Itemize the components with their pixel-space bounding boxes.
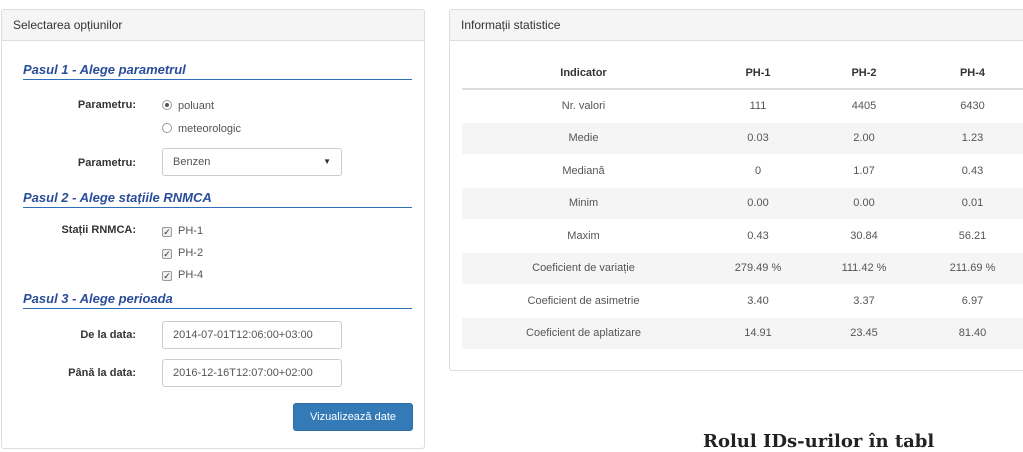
indicator-cell: Coeficient de variație: [462, 251, 705, 285]
step3-title: Pasul 3 - Alege perioada: [23, 291, 412, 309]
value-cell: 1.23: [917, 121, 1023, 155]
statistics-panel: Informații statistice Indicator PH-1 PH-…: [449, 9, 1023, 371]
chevron-down-icon: ▼: [323, 157, 331, 166]
value-cell: 4405: [811, 88, 917, 122]
value-cell: 111: [705, 88, 811, 122]
value-cell: 0.03: [705, 121, 811, 155]
value-cell: 2.00: [811, 121, 917, 155]
from-date-input[interactable]: [162, 321, 342, 349]
station-label: PH-4: [178, 269, 204, 281]
statistics-panel-heading: Informații statistice: [450, 10, 1023, 41]
value-cell: 1.07: [811, 154, 917, 187]
station-checkbox-ph4[interactable]: ✓ PH-4: [162, 268, 203, 282]
value-cell: 30.84: [811, 219, 917, 252]
value-cell: 3.40: [705, 284, 811, 317]
value-cell: 0.43: [705, 219, 811, 252]
radio-meteorologic-label: meteorologic: [178, 123, 241, 135]
indicator-cell: Mediană: [462, 154, 705, 187]
station-label: PH-2: [178, 247, 204, 259]
column-header: Indicator: [462, 57, 705, 90]
to-date-label: Până la data:: [68, 367, 136, 379]
statistics-table: Indicator PH-1 PH-2 PH-4 Nr. valori 111 …: [462, 57, 1023, 349]
value-cell: 0.00: [705, 186, 811, 220]
table-row: Coeficient de aplatizare 14.91 23.45 81.…: [462, 316, 1023, 349]
options-panel-heading: Selectarea opțiunilor: [2, 10, 424, 41]
value-cell: 0.00: [811, 186, 917, 220]
value-cell: 23.45: [811, 316, 917, 349]
column-header: PH-4: [917, 57, 1023, 90]
partial-heading-text: Rolul IDs-urilor în tabl: [703, 431, 935, 452]
step2-title: Pasul 2 - Alege stațiile RNMCA: [23, 190, 412, 208]
checkbox-checked-icon[interactable]: ✓: [162, 227, 172, 237]
from-date-label: De la data:: [80, 329, 136, 341]
visualize-data-button[interactable]: Vizualizează date: [293, 403, 413, 431]
value-cell: 211.69 %: [917, 251, 1023, 285]
indicator-cell: Nr. valori: [462, 88, 705, 122]
value-cell: 56.21: [917, 219, 1023, 252]
options-panel: Selectarea opțiunilor Pasul 1 - Alege pa…: [1, 9, 425, 449]
value-cell: 0: [705, 154, 811, 187]
value-cell: 279.49 %: [705, 251, 811, 285]
radio-poluant[interactable]: poluant: [162, 99, 214, 113]
step1-title: Pasul 1 - Alege parametrul: [23, 62, 412, 80]
parameter-select[interactable]: Benzen ▼: [162, 148, 342, 176]
column-header: PH-1: [705, 57, 811, 90]
table-row: Nr. valori 111 4405 6430: [462, 88, 1023, 122]
indicator-cell: Coeficient de asimetrie: [462, 284, 705, 317]
table-row: Mediană 0 1.07 0.43: [462, 154, 1023, 187]
station-label: PH-1: [178, 225, 204, 237]
radio-button-selected[interactable]: [162, 100, 172, 110]
value-cell: 6430: [917, 88, 1023, 122]
value-cell: 3.37: [811, 284, 917, 317]
table-row: Medie 0.03 2.00 1.23: [462, 121, 1023, 155]
value-cell: 111.42 %: [811, 251, 917, 285]
indicator-cell: Minim: [462, 186, 705, 220]
table-row: Coeficient de variație 279.49 % 111.42 %…: [462, 251, 1023, 285]
checkbox-checked-icon[interactable]: ✓: [162, 271, 172, 281]
table-header-row: Indicator PH-1 PH-2 PH-4: [462, 57, 1023, 90]
parameter-select-value: Benzen: [173, 156, 211, 168]
value-cell: 6.97: [917, 284, 1023, 317]
value-cell: 0.43: [917, 154, 1023, 187]
radio-button[interactable]: [162, 123, 172, 133]
parameter-label: Parametru:: [77, 99, 136, 111]
station-checkbox-ph1[interactable]: ✓ PH-1: [162, 224, 203, 238]
table-row: Coeficient de asimetrie 3.40 3.37 6.97: [462, 284, 1023, 317]
indicator-cell: Maxim: [462, 219, 705, 252]
value-cell: 14.91: [705, 316, 811, 349]
indicator-cell: Coeficient de aplatizare: [462, 316, 705, 349]
table-row: Maxim 0.43 30.84 56.21: [462, 219, 1023, 252]
checkbox-checked-icon[interactable]: ✓: [162, 249, 172, 259]
radio-meteorologic[interactable]: meteorologic: [162, 122, 241, 136]
value-cell: 81.40: [917, 316, 1023, 349]
table-row: Minim 0.00 0.00 0.01: [462, 186, 1023, 220]
value-cell: 0.01: [917, 186, 1023, 220]
radio-poluant-label: poluant: [178, 100, 215, 112]
indicator-cell: Medie: [462, 121, 705, 155]
column-header: PH-2: [811, 57, 917, 90]
stations-label: Stații RNMCA:: [61, 224, 136, 236]
station-checkbox-ph2[interactable]: ✓ PH-2: [162, 246, 203, 260]
to-date-input[interactable]: [162, 359, 342, 387]
parameter-select-label: Parametru:: [77, 157, 136, 169]
